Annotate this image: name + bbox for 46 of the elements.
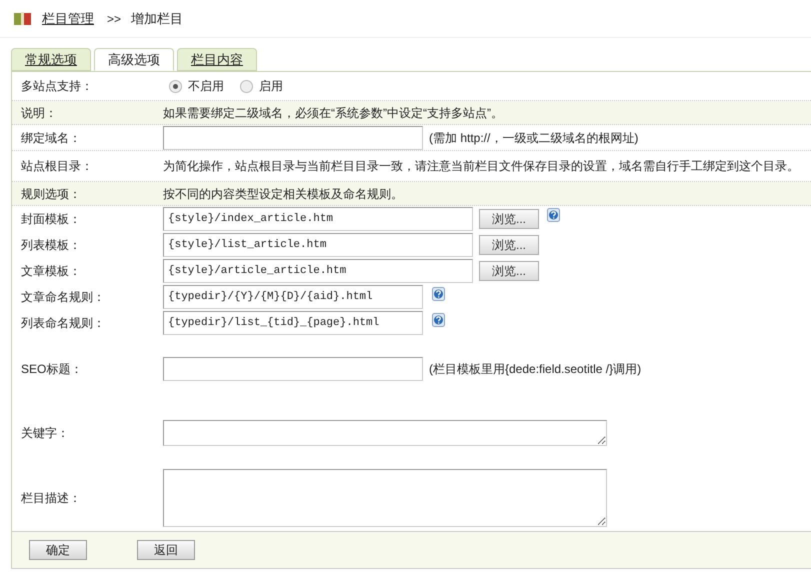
tab[interactable]: 常规选项	[11, 48, 91, 71]
radio-button[interactable]	[240, 80, 253, 92]
field-label: 站点根目录：	[20, 158, 94, 175]
note-text: 如果需要绑定二级域名，必须在“系统参数”中设定“支持多站点”。	[163, 104, 503, 122]
field-label: 栏目描述：	[20, 490, 82, 507]
field-label: 绑定域名：	[20, 130, 82, 146]
breadcrumb-separator: >>	[107, 10, 122, 28]
tab[interactable]: 高级选项	[94, 48, 174, 71]
field-label: 文章模板：	[20, 263, 82, 280]
tab[interactable]: 栏目内容	[177, 48, 257, 71]
text-area[interactable]	[163, 469, 607, 527]
field-label: 列表命名规则：	[20, 315, 106, 332]
field-label: 说明：	[20, 104, 58, 122]
book-icon	[14, 12, 31, 25]
field-label: 列表模板：	[20, 237, 82, 254]
form-button[interactable]: 确定	[29, 540, 87, 560]
text-field[interactable]	[163, 126, 423, 150]
field-label: 关键字：	[20, 424, 70, 442]
breadcrumb-link[interactable]: 栏目管理	[42, 8, 94, 28]
field-label: 封面模板：	[20, 211, 82, 228]
browse-button[interactable]: 浏览...	[479, 209, 539, 229]
help-icon[interactable]	[432, 287, 445, 301]
form-button[interactable]: 返回	[137, 540, 195, 560]
field-label: SEO标题：	[20, 361, 84, 378]
radio-label: 不启用	[188, 78, 224, 95]
radio-label: 启用	[259, 78, 283, 95]
text-field[interactable]: {style}/index_article.htm	[163, 207, 473, 231]
breadcrumb-current: 增加栏目	[131, 10, 184, 28]
text-field[interactable]: {typedir}/list_{tid}_{page}.html	[163, 311, 423, 335]
field-label: 规则选项：	[20, 186, 82, 202]
field-hint: (需加 http://，一级或二级域名的根网址)	[429, 130, 638, 146]
text-field[interactable]: {style}/list_article.htm	[163, 233, 473, 257]
browse-button[interactable]: 浏览...	[479, 235, 539, 255]
text-field[interactable]: {style}/article_article.htm	[163, 259, 473, 283]
browse-button[interactable]: 浏览...	[479, 261, 539, 281]
help-icon[interactable]	[432, 313, 445, 327]
radio-button[interactable]	[169, 80, 182, 92]
note-text: 按不同的内容类型设定相关模板及命名规则。	[163, 186, 403, 202]
field-label: 多站点支持：	[20, 78, 94, 95]
text-area[interactable]	[163, 420, 607, 446]
field-hint: (栏目模板里用{dede:field.seotitle /}调用)	[429, 361, 642, 378]
info-text: 为简化操作，站点根目录与当前栏目目录一致，请注意当前栏目文件保存目录的设置，域名需自行手工绑定到这个目录。	[163, 158, 799, 175]
help-icon[interactable]	[547, 208, 560, 222]
field-label: 文章命名规则：	[20, 289, 106, 306]
text-field[interactable]	[163, 357, 423, 381]
text-field[interactable]: {typedir}/{Y}/{M}{D}/{aid}.html	[163, 285, 423, 309]
